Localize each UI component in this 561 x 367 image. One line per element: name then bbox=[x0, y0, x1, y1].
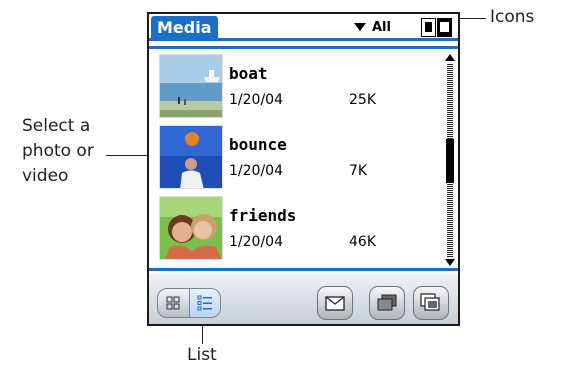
category-dropdown[interactable]: All bbox=[354, 18, 391, 36]
list-item-bounce[interactable]: bounce 1/20/04 7K bbox=[159, 125, 439, 191]
scroll-up-icon[interactable] bbox=[445, 54, 455, 61]
thumbnail-view-icon bbox=[166, 296, 180, 310]
list-bottom-rule bbox=[149, 268, 458, 271]
dual-view-icon[interactable] bbox=[437, 18, 452, 37]
item-name: bounce bbox=[229, 135, 287, 154]
list-view-icon bbox=[197, 295, 212, 311]
select-callout-line3: video bbox=[22, 166, 69, 186]
list-top-rule bbox=[149, 46, 458, 49]
dropdown-arrow-icon bbox=[354, 23, 366, 31]
scroll-down-icon[interactable] bbox=[445, 259, 455, 266]
select-callout-line2: photo or bbox=[22, 141, 94, 161]
boat-thumbnail bbox=[159, 54, 223, 118]
list-callout-label: List bbox=[187, 345, 217, 365]
slideshow-button[interactable] bbox=[413, 286, 449, 320]
icons-callout-label: Icons bbox=[490, 7, 535, 27]
title-rule bbox=[149, 38, 458, 41]
thumbnail-view-button[interactable] bbox=[158, 289, 189, 317]
item-date: 1/20/04 bbox=[229, 92, 283, 108]
media-screen: Media All boat 1/20/04 25K bounce 1/20/0… bbox=[147, 12, 460, 326]
bounce-thumbnail bbox=[159, 125, 223, 189]
bottom-toolbar bbox=[149, 274, 458, 324]
list-item-friends[interactable]: friends 1/20/04 46K bbox=[159, 196, 439, 262]
item-date: 1/20/04 bbox=[229, 234, 283, 250]
item-name: friends bbox=[229, 206, 297, 225]
envelope-icon bbox=[325, 295, 345, 311]
title-bar: Media All bbox=[149, 14, 458, 41]
select-callout-line1: Select a bbox=[22, 116, 91, 136]
album-button[interactable] bbox=[369, 286, 405, 320]
view-mode-toggle bbox=[157, 288, 221, 318]
list-view-button[interactable] bbox=[188, 289, 220, 317]
media-list: boat 1/20/04 25K bounce 1/20/04 7K frien… bbox=[159, 54, 439, 264]
list-scrollbar[interactable] bbox=[445, 54, 455, 266]
slideshow-icon bbox=[420, 293, 440, 311]
item-size: 7K bbox=[349, 163, 368, 179]
item-size: 46K bbox=[349, 234, 376, 250]
view-toggle-icons bbox=[421, 18, 453, 37]
item-name: boat bbox=[229, 64, 268, 83]
folder-icon bbox=[377, 294, 397, 311]
list-item-boat[interactable]: boat 1/20/04 25K bbox=[159, 54, 439, 120]
single-view-icon[interactable] bbox=[421, 18, 436, 37]
item-size: 25K bbox=[349, 92, 376, 108]
category-label: All bbox=[372, 19, 391, 35]
item-date: 1/20/04 bbox=[229, 163, 283, 179]
friends-thumbnail bbox=[159, 196, 223, 260]
app-title[interactable]: Media bbox=[151, 16, 218, 39]
scroll-thumb[interactable] bbox=[446, 139, 454, 183]
send-button[interactable] bbox=[317, 286, 353, 320]
